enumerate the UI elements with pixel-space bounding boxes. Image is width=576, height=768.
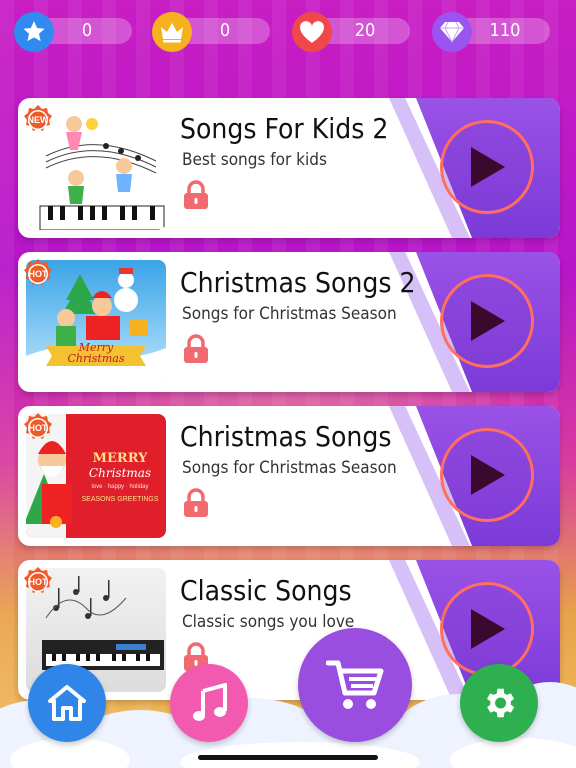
song-card-christmas-songs[interactable]: MERRY Christmas love · happy · holiday S…	[18, 406, 560, 546]
stat-hearts-value: 20	[354, 20, 376, 41]
song-card-christmas-songs-2[interactable]: Merry Christmas HOT Christmas Songs 2 So…	[18, 252, 560, 392]
lock-icon	[182, 180, 210, 210]
song-subtitle: Songs for Christmas Season	[182, 458, 397, 478]
play-button[interactable]	[440, 120, 534, 214]
new-badge: NEW	[22, 104, 54, 136]
badge-label: HOT	[28, 577, 48, 587]
stat-crowns[interactable]: 0	[152, 12, 270, 52]
crown-icon	[152, 12, 192, 52]
hot-badge: HOT	[22, 412, 54, 444]
badge-label: NEW	[27, 115, 49, 125]
play-icon	[471, 301, 505, 341]
hot-badge: HOT	[22, 258, 54, 290]
song-subtitle: Classic songs you love	[182, 612, 355, 632]
song-card-songs-for-kids-2[interactable]: NEW Songs For Kids 2 Best songs for kids	[18, 98, 560, 238]
thumbnail-greeting: MERRY Christmas love · happy · holiday S…	[74, 452, 166, 506]
song-subtitle: Songs for Christmas Season	[182, 304, 397, 324]
play-button[interactable]	[440, 274, 534, 368]
settings-button[interactable]	[460, 664, 538, 742]
thumbnail-text: SEASONS GREETINGS	[81, 496, 159, 503]
play-button[interactable]	[440, 428, 534, 522]
thumbnail-text: love · happy · holiday	[91, 484, 149, 490]
play-button[interactable]	[440, 582, 534, 676]
music-note-icon	[193, 683, 227, 721]
song-subtitle: Best songs for kids	[182, 150, 327, 170]
song-title: Christmas Songs 2	[180, 266, 416, 299]
lock-icon	[182, 488, 210, 518]
heart-icon	[292, 12, 332, 52]
stat-stars[interactable]: 0	[14, 12, 132, 52]
song-title: Classic Songs	[180, 574, 352, 607]
gear-icon	[486, 688, 515, 718]
stat-crowns-value: 0	[219, 20, 231, 41]
thumbnail-caption: Merry Christmas	[26, 342, 166, 364]
stat-stars-value: 0	[81, 20, 93, 41]
home-button[interactable]	[28, 664, 106, 742]
badge-label: HOT	[28, 423, 48, 433]
play-icon	[471, 147, 505, 187]
stat-diamonds-value: 110	[489, 20, 521, 41]
play-icon	[471, 455, 505, 495]
home-icon	[48, 685, 86, 721]
song-title: Christmas Songs	[180, 420, 392, 453]
shop-button[interactable]	[298, 628, 412, 742]
star-icon	[14, 12, 54, 52]
stat-hearts[interactable]: 20	[292, 12, 410, 52]
play-icon	[471, 609, 505, 649]
thumbnail-text: MERRY	[92, 451, 148, 466]
lock-icon	[182, 334, 210, 364]
home-indicator	[198, 755, 378, 760]
thumbnail-text: Christmas	[88, 466, 152, 480]
music-button[interactable]	[170, 664, 248, 742]
diamond-icon	[432, 12, 472, 52]
stat-diamonds[interactable]: 110	[432, 12, 550, 52]
song-title: Songs For Kids 2	[180, 112, 389, 145]
thumbnail-text: Christmas	[67, 352, 125, 365]
hot-badge: HOT	[22, 566, 54, 598]
badge-label: HOT	[28, 269, 48, 279]
cart-icon	[326, 660, 384, 709]
